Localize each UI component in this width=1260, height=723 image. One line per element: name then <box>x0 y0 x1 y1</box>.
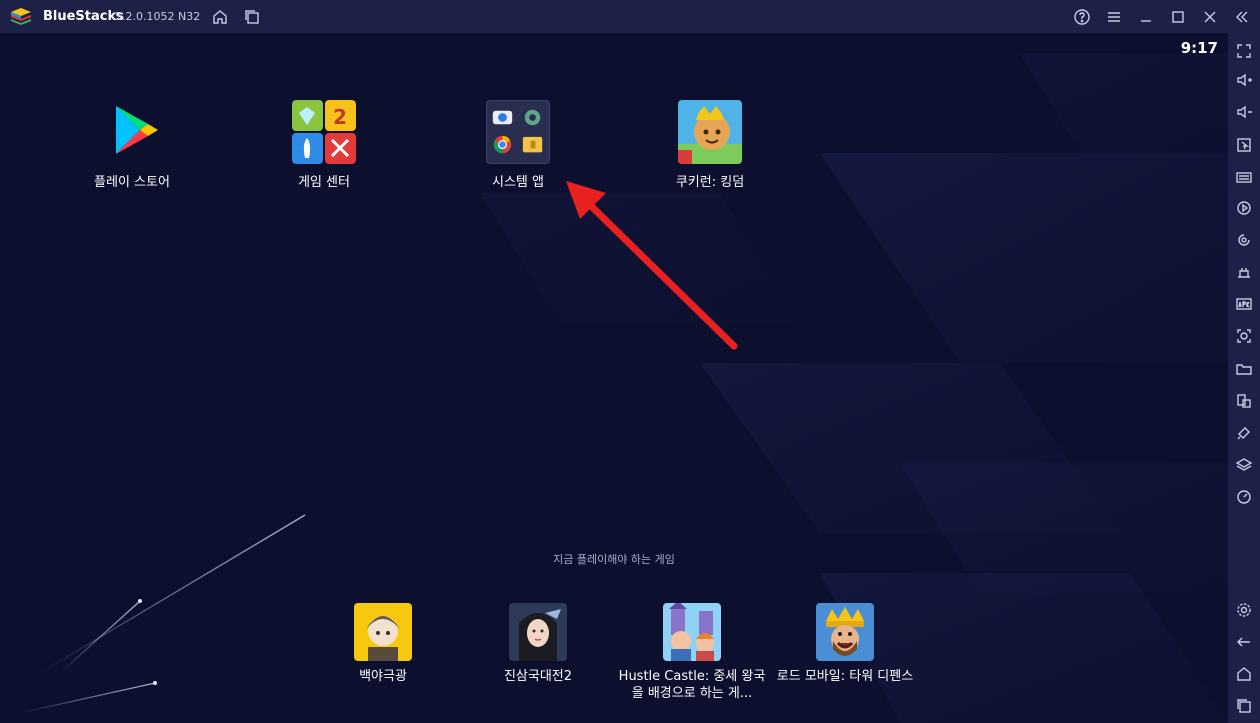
android-home-screen: 9:17 플레이 스토어 2 게임 센터 시스템 앱 쿠키런: 킹덤 지금 플레… <box>0 33 1228 723</box>
game-lords-mobile[interactable]: 로드 모바일: 타워 디펜스 <box>770 603 920 685</box>
play-store-icon <box>100 100 164 164</box>
game-label: 백야극광 <box>359 669 407 684</box>
game-label: 로드 모바일: 타워 디펜스 <box>776 669 914 684</box>
menu-icon[interactable] <box>1105 8 1123 26</box>
app-game-center[interactable]: 2 게임 센터 <box>244 100 404 191</box>
eco-mode-icon[interactable] <box>1235 424 1253 442</box>
baekyageukgwang-icon <box>354 603 412 661</box>
macro-recorder-icon[interactable] <box>1235 199 1253 217</box>
volume-up-icon[interactable] <box>1235 71 1253 89</box>
home-icon[interactable] <box>211 8 229 26</box>
jinsamgukdaejeon2-icon <box>509 603 567 661</box>
game-hustle-castle[interactable]: Hustle Castle: 중세 왕국을 배경으로 하는 게... <box>617 603 767 702</box>
back-icon[interactable] <box>1235 633 1253 651</box>
collapse-sidebar-icon[interactable] <box>1233 8 1251 26</box>
screenshot-icon[interactable] <box>1235 327 1253 345</box>
bluestacks-window: BlueStacks 5.2.0.1052 N32 9:17 플레이 스토어 2… <box>0 0 1260 723</box>
app-label: 플레이 스토어 <box>94 175 170 190</box>
title-bar: BlueStacks 5.2.0.1052 N32 <box>0 0 1260 33</box>
svg-text:2: 2 <box>333 105 347 129</box>
game-center-icon: 2 <box>292 100 356 164</box>
app-name: BlueStacks <box>43 9 124 24</box>
game-label: Hustle Castle: 중세 왕국을 배경으로 하는 게... <box>618 669 766 701</box>
bluestacks-logo-icon <box>11 8 31 25</box>
recent-apps-icon[interactable] <box>1235 697 1253 715</box>
rotate-icon[interactable] <box>1235 231 1253 249</box>
help-icon[interactable] <box>1073 8 1091 26</box>
app-version: 5.2.0.1052 N32 <box>115 10 201 23</box>
status-clock: 9:17 <box>1180 39 1218 57</box>
screen-record-icon[interactable] <box>1235 136 1253 154</box>
recommended-games-title: 지금 플레이해야 하는 게임 <box>553 553 675 566</box>
right-toolbar <box>1228 33 1260 723</box>
fullscreen-icon[interactable] <box>1235 42 1253 60</box>
folder-icon[interactable] <box>1235 360 1253 378</box>
close-icon[interactable] <box>1201 8 1219 26</box>
settings-icon[interactable] <box>1235 601 1253 619</box>
app-label: 시스템 앱 <box>492 175 544 190</box>
performance-icon[interactable] <box>1235 488 1253 506</box>
game-baekyageukgwang[interactable]: 백야극광 <box>308 603 458 685</box>
game-jinsamgukdaejeon2[interactable]: 진삼국대전2 <box>463 603 613 685</box>
app-label: 게임 센터 <box>298 175 350 190</box>
maximize-icon[interactable] <box>1169 8 1187 26</box>
app-play-store[interactable]: 플레이 스토어 <box>52 100 212 191</box>
app-label: 쿠키런: 킹덤 <box>675 175 745 190</box>
hustle-castle-icon <box>663 603 721 661</box>
multi-instance-icon[interactable] <box>243 8 261 26</box>
copy-icon[interactable] <box>1235 392 1253 410</box>
layers-icon[interactable] <box>1235 456 1253 474</box>
cookie-run-kingdom-icon <box>678 100 742 164</box>
apk-install-icon[interactable] <box>1235 295 1253 313</box>
minimize-icon[interactable] <box>1137 8 1155 26</box>
lords-mobile-icon <box>816 603 874 661</box>
keyboard-icon[interactable] <box>1235 168 1253 186</box>
android-home-icon[interactable] <box>1235 665 1253 683</box>
volume-down-icon[interactable] <box>1235 103 1253 121</box>
multi-instance-sync-icon[interactable] <box>1235 263 1253 281</box>
game-label: 진삼국대전2 <box>503 669 573 684</box>
app-system-apps[interactable]: 시스템 앱 <box>438 100 598 191</box>
system-apps-folder-icon <box>486 100 550 164</box>
app-cookie-run-kingdom[interactable]: 쿠키런: 킹덤 <box>630 100 790 191</box>
